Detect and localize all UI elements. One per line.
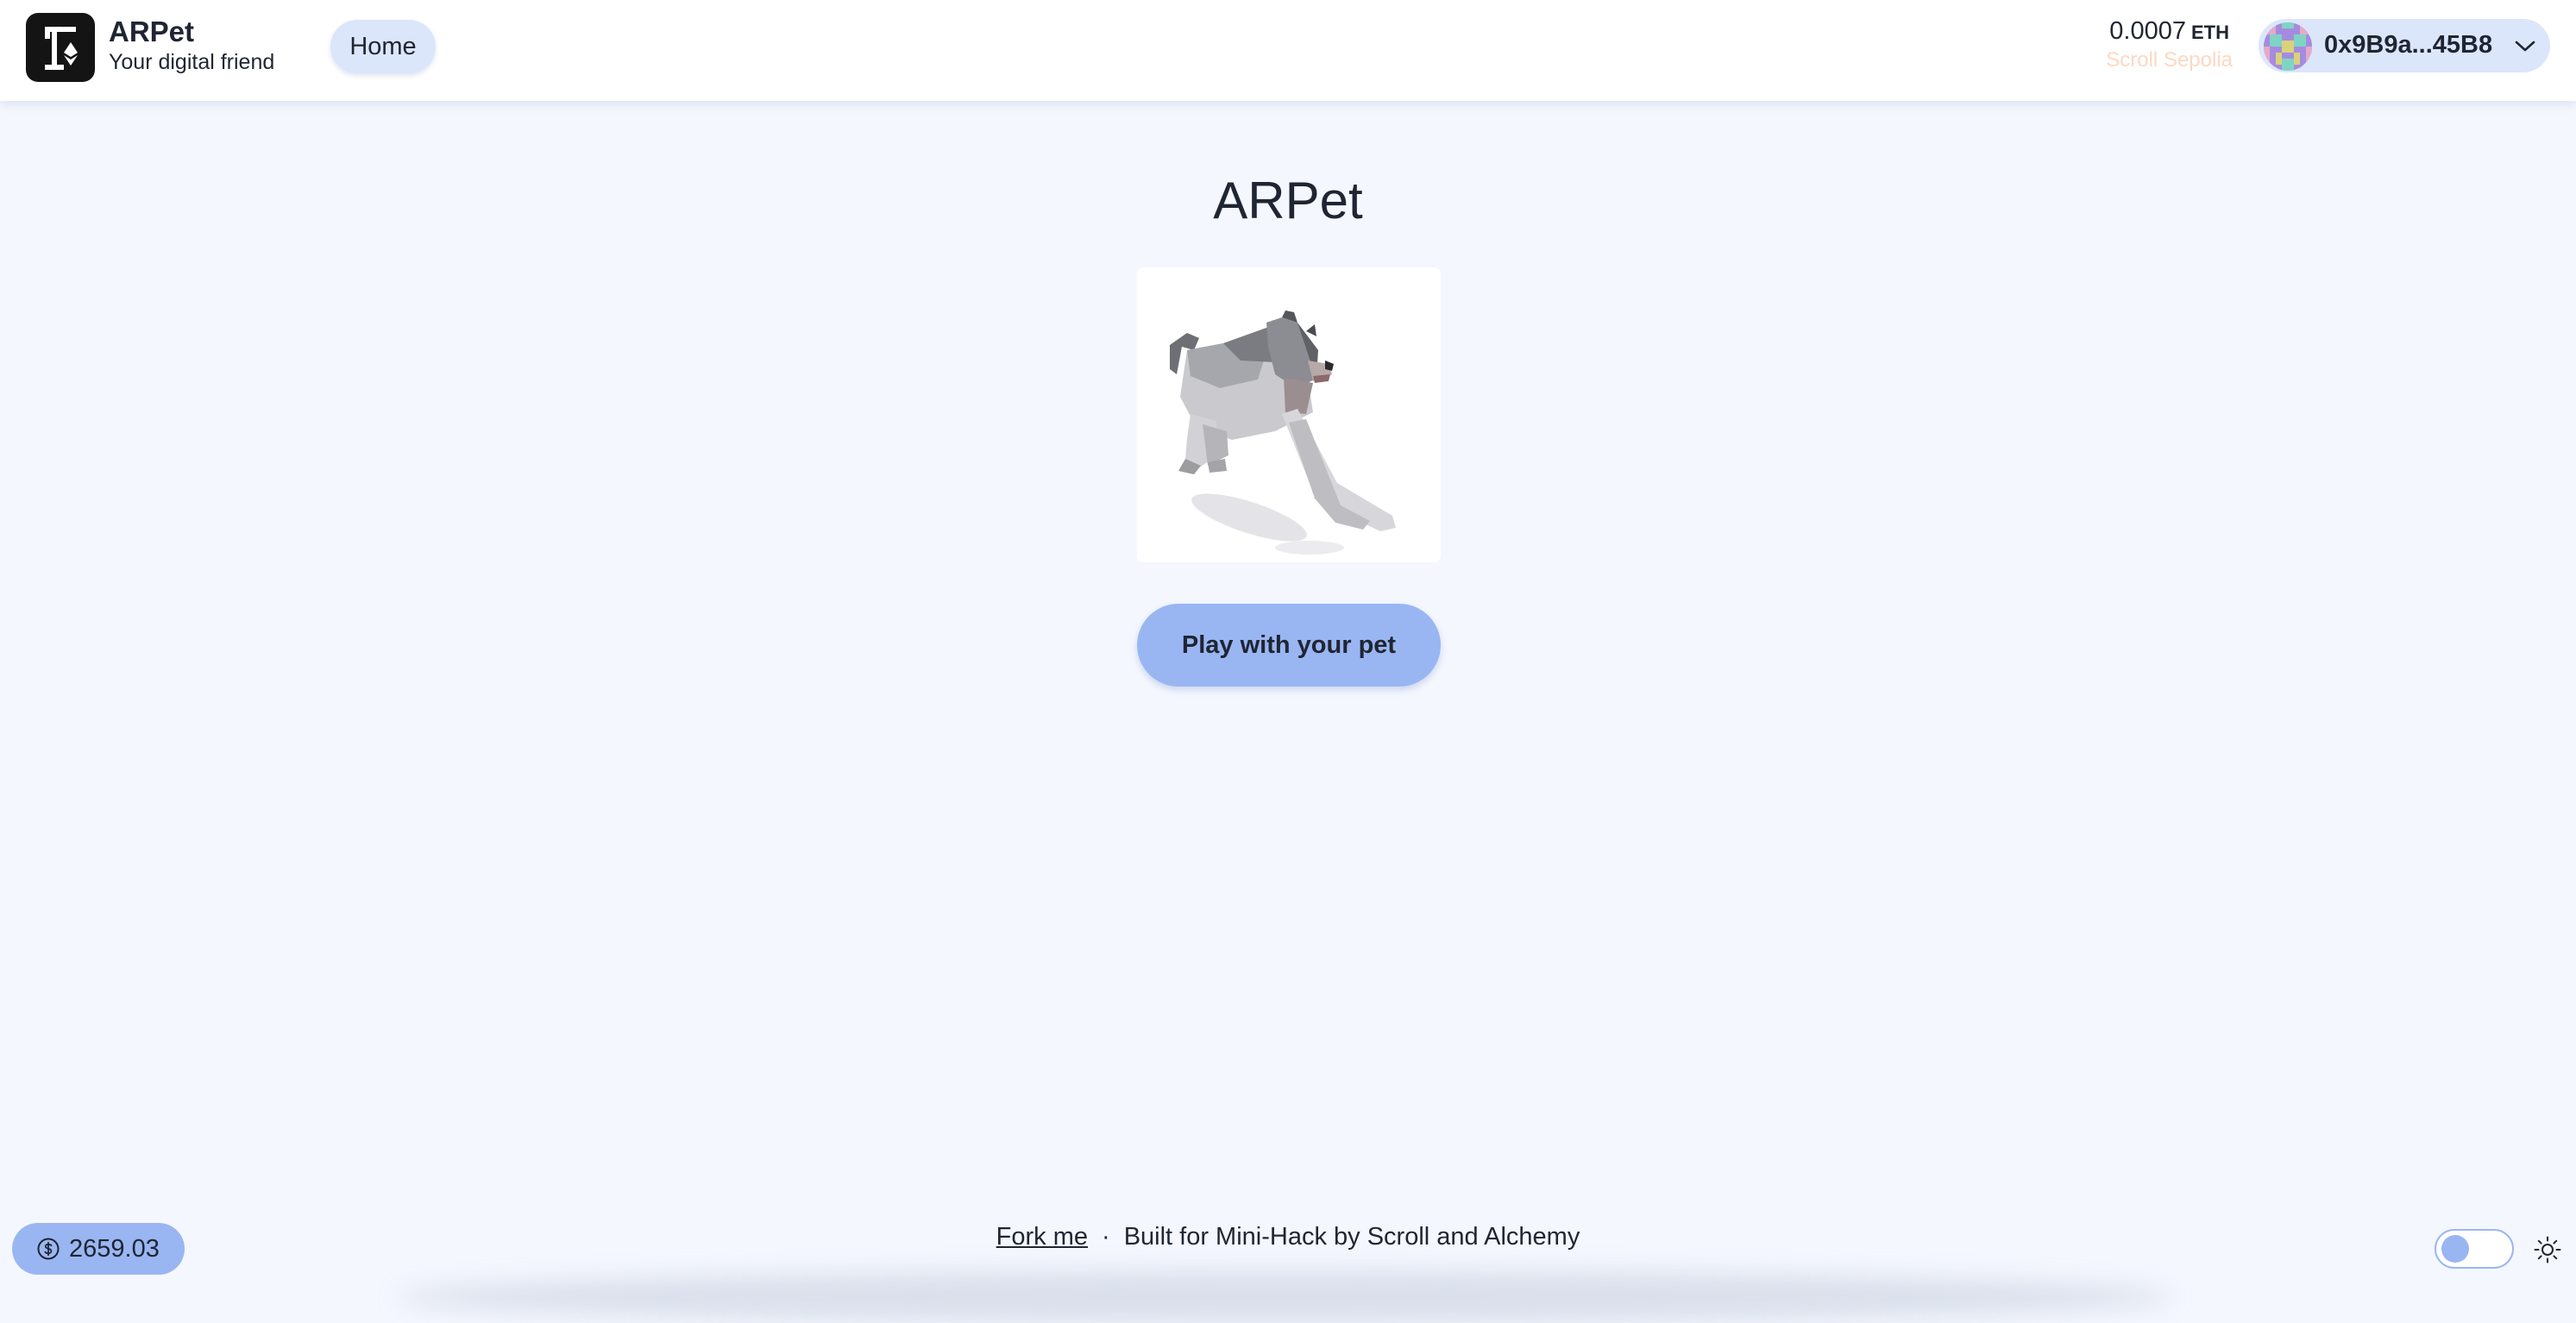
nav-home-button[interactable]: Home: [330, 20, 436, 73]
footer-shadow: [397, 1271, 2174, 1323]
account-dropdown-button[interactable]: 0x9B9a...45B8: [2259, 19, 2550, 72]
play-with-pet-button[interactable]: Play with your pet: [1137, 604, 1441, 687]
top-navbar: ARPet Your digital friend Home 0.0007 ETH…: [0, 0, 2576, 101]
eth-balance: 0.0007 ETH: [2109, 17, 2229, 46]
footer-separator: ·: [1102, 1223, 1110, 1251]
balance-unit: ETH: [2191, 22, 2229, 43]
app-tagline: Your digital friend: [109, 50, 275, 74]
page-title: ARPet: [1213, 172, 1363, 229]
fork-me-link[interactable]: Fork me: [996, 1223, 1088, 1251]
footer-credits: Fork me · Built for Mini-Hack by Scroll an…: [0, 1223, 2576, 1251]
scaffold-eth-logo-icon[interactable]: [26, 13, 95, 82]
chevron-down-icon: [2515, 41, 2535, 52]
toggle-knob: [2441, 1235, 2469, 1263]
account-address: 0x9B9a...45B8: [2324, 31, 2493, 59]
network-name: Scroll Sepolia: [2106, 48, 2233, 72]
blockie-avatar-icon: [2264, 22, 2312, 71]
theme-toggle-switch[interactable]: [2435, 1229, 2514, 1269]
built-for-text: Built for Mini-Hack by Scroll and Alchem…: [1123, 1223, 1580, 1251]
app-name: ARPet: [109, 16, 195, 47]
pet-image: [1137, 267, 1441, 562]
balance-amount: 0.0007: [2109, 17, 2186, 45]
sun-icon: [2534, 1236, 2561, 1263]
